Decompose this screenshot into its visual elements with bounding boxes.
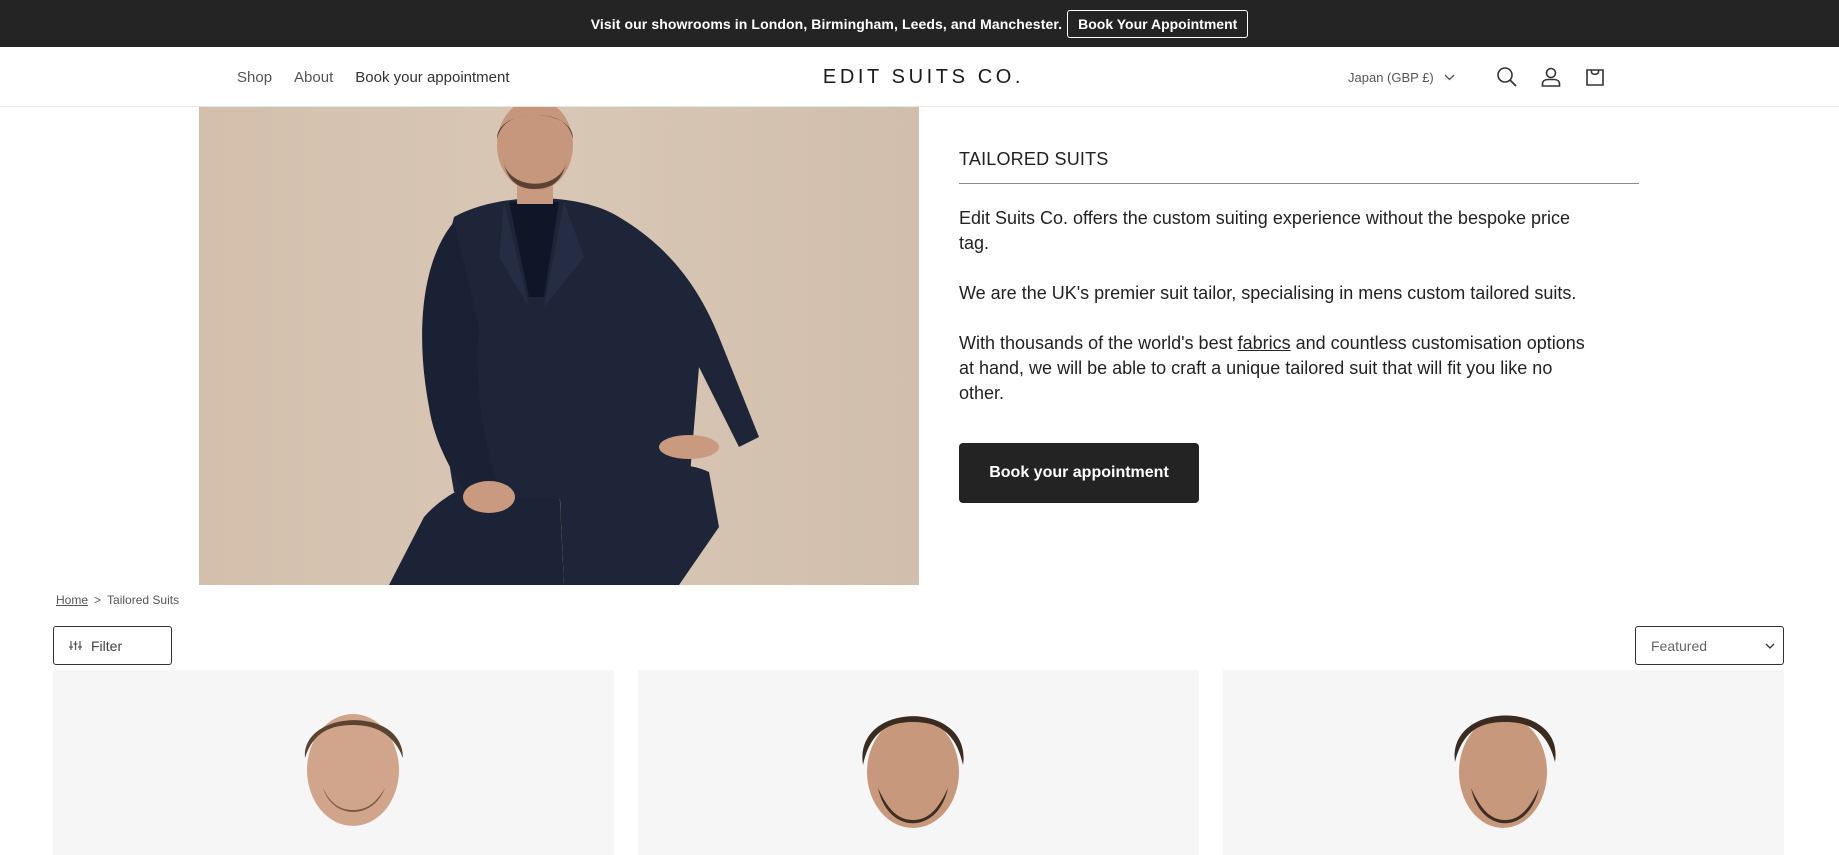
- sort-selected-value: Featured: [1651, 637, 1708, 654]
- header-tools: Japan (GBP £): [1348, 47, 1617, 107]
- sort-select[interactable]: Featured: [1635, 626, 1784, 665]
- site-header: Shop About Book your appointment EDIT SU…: [0, 47, 1839, 107]
- filter-button[interactable]: Filter: [53, 626, 172, 665]
- filter-label: Filter: [91, 637, 123, 654]
- book-appointment-button[interactable]: Book your appointment: [959, 443, 1199, 503]
- breadcrumb-separator: >: [94, 593, 102, 607]
- breadcrumb-home[interactable]: Home: [56, 593, 88, 607]
- breadcrumb: Home > Tailored Suits: [56, 593, 179, 607]
- product-image: [53, 670, 614, 855]
- hero-image: [199, 107, 919, 585]
- search-icon[interactable]: [1485, 55, 1529, 99]
- main-nav: Shop About Book your appointment: [237, 47, 510, 107]
- site-logo[interactable]: EDIT SUITS CO.: [823, 66, 1024, 89]
- nav-book-appointment[interactable]: Book your appointment: [355, 69, 509, 86]
- nav-about[interactable]: About: [294, 69, 333, 86]
- breadcrumb-current: Tailored Suits: [107, 593, 180, 607]
- hero-content: TAILORED SUITS Edit Suits Co. offers the…: [959, 107, 1639, 503]
- hero-paragraph-3-start: With thousands of the world's best: [959, 333, 1238, 353]
- product-image: [638, 670, 1199, 855]
- product-card[interactable]: [638, 670, 1199, 855]
- page-title: TAILORED SUITS: [959, 149, 1639, 184]
- chevron-down-icon: [1765, 643, 1775, 649]
- book-appointment-banner-button[interactable]: Book Your Appointment: [1067, 9, 1249, 38]
- announcement-bar: Visit our showrooms in London, Birmingha…: [0, 0, 1839, 47]
- account-icon[interactable]: [1529, 55, 1573, 99]
- product-image: [1223, 670, 1784, 855]
- sliders-icon: [69, 641, 82, 650]
- hero-paragraph-3: With thousands of the world's best fabri…: [959, 331, 1599, 406]
- chevron-down-icon: [1444, 74, 1455, 80]
- nav-shop[interactable]: Shop: [237, 69, 272, 86]
- announcement-message: Visit our showrooms in London, Birmingha…: [590, 15, 1063, 32]
- fabrics-link[interactable]: fabrics: [1238, 333, 1291, 353]
- country-selector[interactable]: Japan (GBP £): [1348, 70, 1455, 85]
- product-card[interactable]: [53, 670, 614, 855]
- hero-paragraph-2: We are the UK's premier suit tailor, spe…: [959, 283, 1577, 303]
- hero-paragraph-1: Edit Suits Co. offers the custom suiting…: [959, 208, 1570, 253]
- product-card[interactable]: [1223, 670, 1784, 855]
- country-label: Japan (GBP £): [1348, 69, 1434, 85]
- cart-icon[interactable]: [1573, 55, 1617, 99]
